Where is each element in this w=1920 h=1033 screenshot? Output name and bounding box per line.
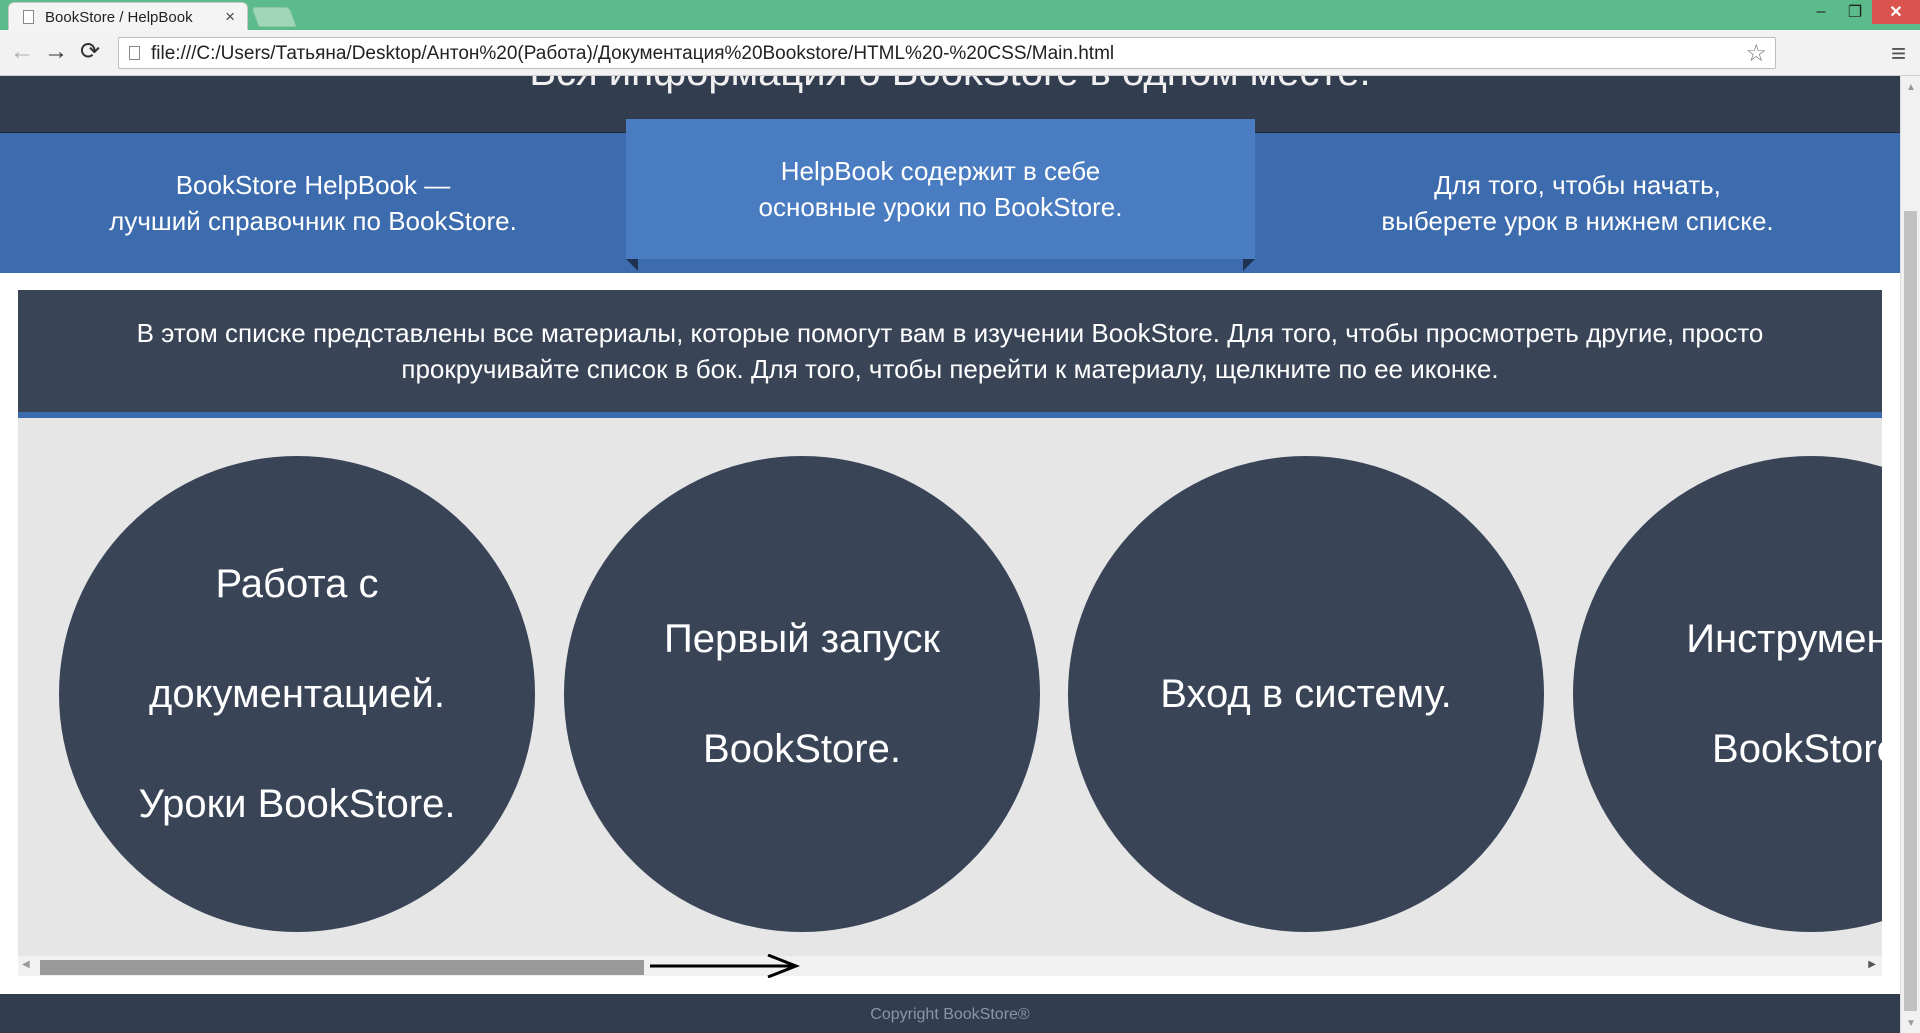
window-controls: – ❐ ✕: [1804, 0, 1920, 24]
hero-title: Вся информация о BookStore в одном месте…: [0, 76, 1900, 95]
lesson-label-line: Первый запуск: [664, 616, 940, 661]
list-notice: В этом списке представлены все материалы…: [18, 290, 1882, 418]
page-icon: [129, 46, 140, 60]
lesson-label-line: Работа с: [215, 561, 379, 606]
address-bar[interactable]: file:///C:/Users/Татьяна/Desktop/Антон%2…: [118, 37, 1776, 69]
browser-titlebar: BookStore / HelpBook × – ❐ ✕: [0, 0, 1920, 32]
scroll-down-icon[interactable]: ▼: [1906, 1018, 1916, 1029]
features-band: BookStore HelpBook — лучший справочник по…: [0, 119, 1900, 273]
lesson-label-line: документацией.: [148, 671, 445, 716]
lesson-label-line: Уроки BookStore.: [138, 781, 456, 826]
new-tab-button[interactable]: [251, 7, 297, 27]
feature-line: основные уроки по BookStore.: [758, 192, 1123, 222]
lesson-label-line: Инструменты: [1686, 616, 1882, 661]
page-footer: Copyright BookStore®: [0, 994, 1900, 1033]
feature-helpbook: BookStore HelpBook — лучший справочник по…: [0, 133, 626, 273]
forward-icon[interactable]: →: [44, 38, 68, 66]
scroll-right-icon[interactable]: ▶: [1868, 959, 1876, 970]
lessons-carousel[interactable]: Работа с документацией. Уроки BookStore. П…: [18, 418, 1882, 956]
maximize-button[interactable]: ❐: [1838, 0, 1872, 24]
carousel-scrollbar[interactable]: ◀ ▶: [18, 956, 1882, 976]
minimize-button[interactable]: –: [1804, 0, 1838, 24]
lesson-label-line: Вход в систему.: [1160, 671, 1452, 716]
page-icon: [23, 10, 34, 24]
browser-menu-icon[interactable]: ≡: [1891, 38, 1906, 69]
lesson-label-line: BookStore.: [703, 726, 901, 771]
browser-toolbar: ← → ⟳ file:///C:/Users/Татьяна/Desktop/А…: [0, 30, 1920, 76]
lesson-first-launch[interactable]: Первый запуск BookStore.: [564, 456, 1040, 932]
feature-line: Для того, чтобы начать,: [1434, 170, 1721, 200]
lesson-tools[interactable]: Инструменты BookStore.: [1573, 456, 1882, 932]
spacer: [0, 273, 1900, 287]
copyright-text: Copyright BookStore®: [870, 1006, 1030, 1023]
scroll-left-icon[interactable]: ◀: [22, 959, 30, 970]
notice-line: В этом списке представлены все материалы…: [136, 318, 1764, 348]
page-vertical-scrollbar[interactable]: ▲ ▼: [1900, 76, 1920, 1033]
browser-tab[interactable]: BookStore / HelpBook ×: [8, 2, 248, 32]
ribbon-fold-left: [626, 259, 638, 271]
vertical-scrollbar-thumb[interactable]: [1904, 211, 1917, 1011]
tab-close-icon[interactable]: ×: [225, 7, 235, 27]
scrollbar-thumb[interactable]: [40, 960, 644, 975]
lesson-label-line: BookStore.: [1712, 726, 1882, 771]
feature-line: выберете урок в нижнем списке.: [1381, 206, 1774, 236]
feature-start: Для того, чтобы начать, выберете урок в н…: [1255, 133, 1900, 273]
scroll-up-icon[interactable]: ▲: [1906, 82, 1916, 93]
lesson-documentation[interactable]: Работа с документацией. Уроки BookStore.: [59, 456, 535, 932]
feature-lessons: HelpBook содержит в себе основные уроки п…: [626, 119, 1255, 259]
feature-line: лучший справочник по BookStore.: [109, 206, 517, 236]
bookmark-star-icon[interactable]: ☆: [1745, 39, 1767, 68]
back-icon[interactable]: ←: [10, 38, 34, 66]
scroll-direction-arrow-icon: [650, 954, 800, 978]
url-text: file:///C:/Users/Татьяна/Desktop/Антон%2…: [151, 43, 1115, 64]
notice-line: прокручивайте список в бок. Для того, чт…: [401, 354, 1499, 384]
tab-title: BookStore / HelpBook: [45, 9, 193, 26]
reload-icon[interactable]: ⟳: [80, 38, 100, 66]
feature-line: HelpBook содержит в себе: [780, 156, 1101, 186]
ribbon-fold-right: [1243, 259, 1255, 271]
close-window-button[interactable]: ✕: [1872, 0, 1920, 24]
feature-line: BookStore HelpBook —: [175, 170, 451, 200]
page-viewport: Вся информация о BookStore в одном месте…: [0, 76, 1900, 1033]
lesson-login[interactable]: Вход в систему.: [1068, 456, 1544, 932]
